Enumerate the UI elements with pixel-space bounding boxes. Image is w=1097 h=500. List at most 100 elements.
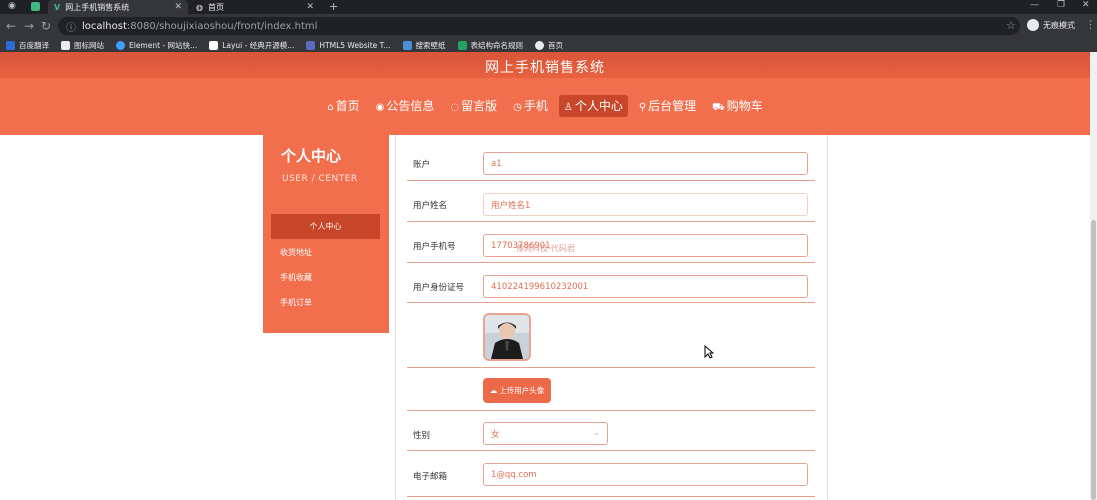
name-input[interactable]: 用户姓名1 [483,193,808,216]
nav-label: 手机 [523,99,548,113]
vue-logo-icon: V [54,2,61,12]
bookmark-item[interactable]: 图标网站 [61,40,104,51]
chat-icon: ◌ [450,102,460,113]
incognito-label: 无痕模式 [1043,20,1075,30]
reload-icon[interactable]: ↻ [41,19,51,33]
forward-icon[interactable]: → [24,19,34,33]
bookmark-favicon-icon [402,40,412,50]
new-tab-button[interactable]: + [329,0,338,13]
bookmark-favicon-icon [209,40,219,50]
nav-item-notices[interactable]: ◉ 公告信息 [371,95,440,117]
sidebar-item-user-center[interactable]: 个人中心 [271,214,380,239]
chevron-down-icon: ⌄ [593,428,600,437]
nav-item-home[interactable]: ⌂ 首页 [322,95,364,117]
sidebar-subtitle: USER / CENTER [282,174,358,184]
tab-title: 首页 [207,2,224,12]
bookmark-item[interactable]: 搜索壁纸 [402,40,446,51]
address-bar: ← → ↻ ⓘ localhost :8080/shoujixiaoshou/f… [0,14,1097,38]
bookmark-star-icon[interactable]: ☆ [1006,19,1016,32]
nav-label: 个人中心 [574,99,623,113]
bookmark-label: 图标网站 [74,40,104,50]
user-avatar-image [483,313,531,361]
nav-item-messages[interactable]: ◌ 留言版 [445,95,502,117]
bookmark-favicon-icon [457,40,467,50]
gender-label: 性别 [413,431,431,441]
user-center-sidebar: 个人中心 USER / CENTER 个人中心 收货地址 手机收藏 手机订单 [263,135,389,333]
sidebar-item-orders[interactable]: 手机订单 [271,290,380,315]
nav-label: 购物车 [726,99,763,113]
nav-label: 公告信息 [386,99,435,113]
email-input[interactable]: 1@qq.com [483,463,808,486]
bookmark-label: 首页 [548,40,564,50]
url-path: :8080/shoujixiaoshou/front/index.html [126,20,318,32]
nav-item-user-center[interactable]: ♙ 个人中心 [558,95,628,117]
profile-form: 账户 a1 用户姓名 用户姓名1 用户手机号 17703786901 用户身份证… [395,135,828,500]
account-input[interactable]: a1 [483,152,808,175]
nav-label: 留言版 [461,99,498,113]
bookmark-item[interactable]: HTML5 Website T... [306,40,391,50]
form-row-email: 电子邮箱 1@qq.com [407,451,815,497]
info-icon: ⓘ [66,22,76,34]
sidebar-item-address[interactable]: 收货地址 [271,240,380,265]
bookmark-item[interactable]: Layui - 经典开源模... [209,40,294,51]
user-icon: ♙ [563,102,573,113]
nav-item-cart[interactable]: ⛟ 购物车 [707,95,768,117]
sidebar-title: 个人中心 [281,147,342,165]
nav-item-admin[interactable]: ⚲ 后台管理 [634,95,701,117]
upload-avatar-button[interactable]: ☁ 上传用户头像 [483,378,551,403]
form-row-avatar [407,303,815,368]
email-label: 电子邮箱 [413,472,448,482]
sidebar-item-favorites[interactable]: 手机收藏 [271,265,380,290]
form-row-name: 用户姓名 用户姓名1 [407,181,815,222]
back-icon[interactable]: ← [6,19,16,33]
bookmark-item[interactable]: 首页 [535,40,563,51]
incognito-icon [1027,19,1039,31]
link-icon: ⚲ [638,102,647,113]
bookmark-favicon-icon [6,40,15,50]
nav-label: 首页 [335,99,360,113]
bookmark-favicon-icon [116,40,125,50]
tab-close-icon[interactable]: ✕ [306,2,314,12]
url-input[interactable]: ⓘ localhost :8080/shoujixiaoshou/front/i… [58,17,1020,35]
tab-title: 网上手机销售系统 [65,2,130,12]
site-header: 网上手机销售系统 ⌂ 首页 ◉ 公告信息 ◌ 留言版 ◷ 手机 ♙ 个人中心 ⚲ 后台管理 … [0,52,1090,135]
upload-label: 上传用户头像 [499,386,545,395]
form-row-idcard: 用户身份证号 410224199610232001 [407,263,815,303]
maximize-icon[interactable]: ❐ [1057,0,1065,10]
bookmark-label: HTML5 Website T... [319,40,391,50]
name-label: 用户姓名 [413,201,448,211]
bookmark-label: Layui - 经典开源模... [222,40,295,50]
watermark-text: 豫网科技-代码君 [516,244,575,253]
bookmark-label: 百度翻译 [19,40,49,50]
incognito-indicator[interactable]: 无痕模式 [1027,19,1075,31]
bookmark-item[interactable]: 表结构命名规则 [457,40,524,51]
tab-inactive[interactable]: ◍ 首页 ✕ [190,0,320,14]
window-close-icon[interactable]: ✕ [1082,0,1090,10]
chrome-menu-icon[interactable]: ◉ [8,1,16,11]
tab-close-icon[interactable]: ✕ [174,2,182,12]
idcard-input[interactable]: 410224199610232001 [483,275,808,298]
nav-item-phones[interactable]: ◷ 手机 [508,95,553,117]
account-label: 账户 [413,160,431,170]
avatar-photo [485,315,529,359]
eye-icon: ◉ [375,102,385,113]
bookmark-item[interactable]: Element - 网站快... [116,40,197,51]
bookmark-label: 表结构命名规则 [470,40,524,50]
more-menu-icon[interactable]: ⋮ [1085,18,1096,31]
clock-icon: ◷ [513,102,522,113]
gender-select[interactable]: 女 ⌄ [483,422,608,445]
cloud-upload-icon: ☁ [489,386,498,395]
form-row-account: 账户 a1 [407,135,815,181]
minimize-icon[interactable]: — [1030,0,1039,10]
site-title: 网上手机销售系统 [485,60,605,76]
bookmark-label: Element - 网站快... [129,40,198,50]
bookmarks-bar: 百度翻译 图标网站 Element - 网站快... Layui - 经典开源模… [0,38,1097,52]
form-row-phone: 用户手机号 17703786901 [407,222,815,263]
page-scrollbar-thumb[interactable] [1091,220,1096,500]
bookmark-item[interactable]: 百度翻译 [6,40,49,51]
form-row-gender: 性别 女 ⌄ [407,411,815,451]
cart-icon: ⛟ [712,102,725,113]
tab-active[interactable]: V 网上手机销售系统 ✕ [48,0,188,14]
mouse-cursor-icon [704,345,714,359]
bookmark-favicon-icon [61,40,70,50]
